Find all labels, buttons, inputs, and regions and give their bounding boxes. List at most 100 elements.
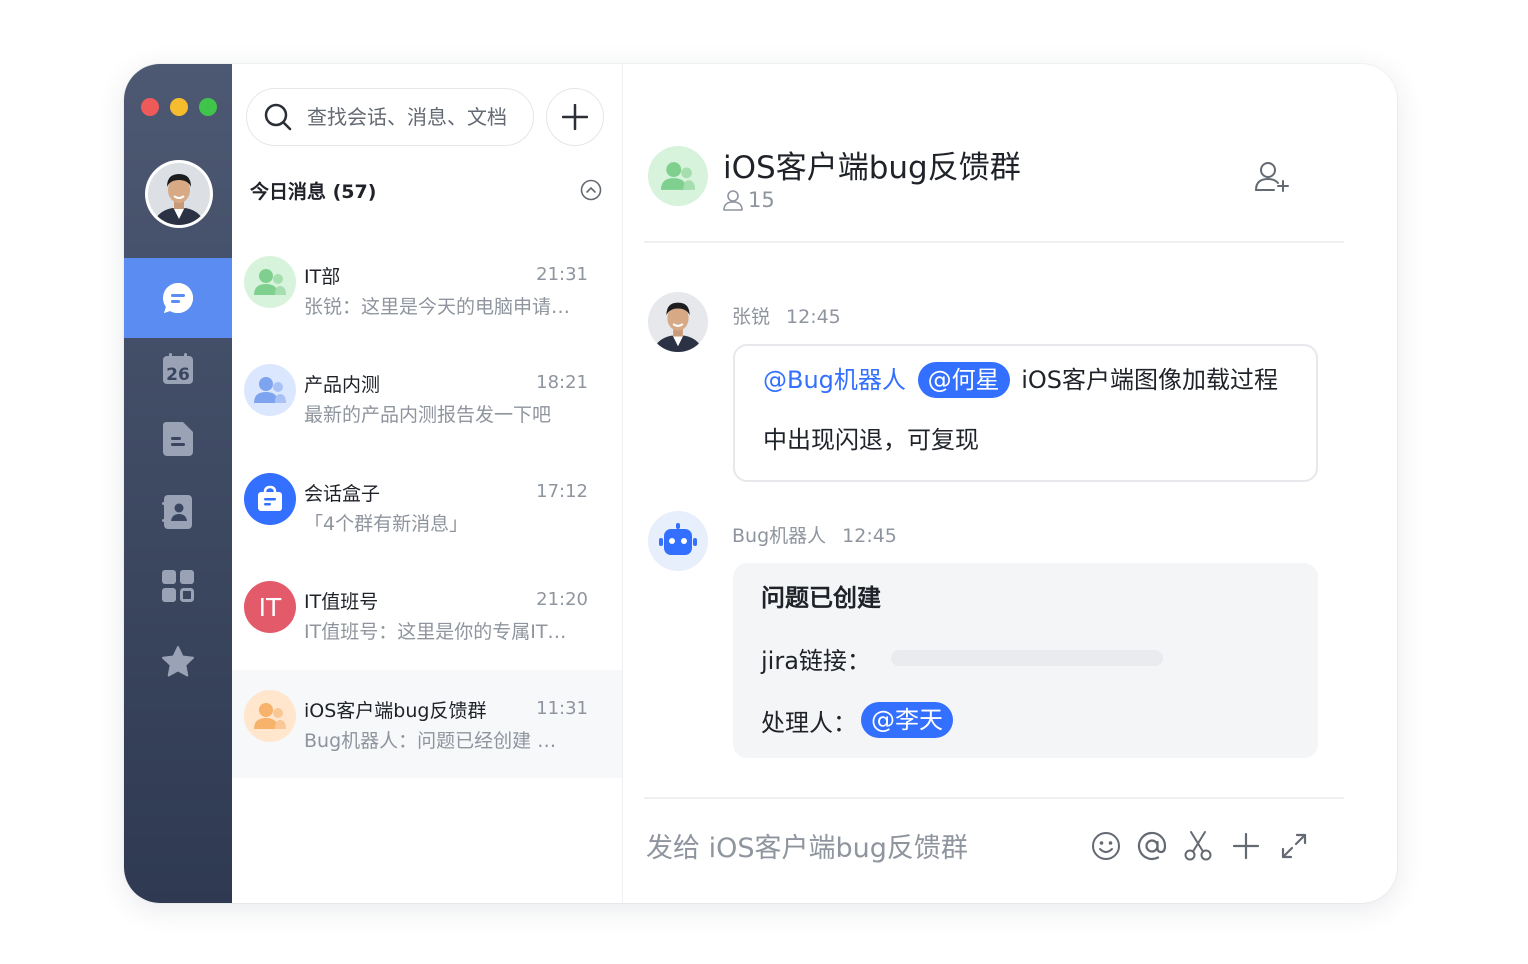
mention-button[interactable]	[1134, 828, 1170, 864]
star-icon	[162, 646, 194, 677]
conversation-preview: IT值班号：这里是你的专属IT…	[304, 621, 567, 643]
profile-avatar[interactable]	[148, 163, 210, 225]
nav-contacts[interactable]	[124, 477, 232, 547]
group-icon	[254, 703, 286, 729]
screenshot-button[interactable]	[1180, 828, 1216, 864]
expand-icon	[1281, 833, 1307, 859]
chevron-up-circle-icon	[580, 179, 602, 201]
conversation-name: IT部	[304, 266, 341, 288]
expand-editor-button[interactable]	[1276, 828, 1312, 864]
member-count-value: 15	[748, 188, 775, 212]
inbox-icon	[258, 485, 282, 511]
conversation-time: 21:31	[536, 264, 588, 285]
conversation-avatar	[244, 690, 296, 742]
window-minimize-button[interactable]	[170, 98, 188, 116]
handler-row: 处理人： @李天	[761, 702, 1290, 738]
window-maximize-button[interactable]	[199, 98, 217, 116]
conversation-name: iOS客户端bug反馈群	[304, 700, 487, 722]
nav-workplace[interactable]	[124, 551, 232, 621]
plus-icon	[1232, 832, 1260, 860]
scissors-icon	[1184, 831, 1212, 861]
conversation-avatar	[244, 256, 296, 308]
plus-icon	[562, 104, 588, 130]
chat-panel: iOS客户端bug反馈群 15 张锐 12:45 @Bug机器人 @何星 iOS…	[622, 64, 1397, 903]
member-count[interactable]: 15	[722, 188, 775, 212]
conversation-time: 11:31	[536, 698, 588, 719]
emoji-button[interactable]	[1088, 828, 1124, 864]
card-title: 问题已创建	[761, 584, 881, 612]
message-text: iOS客户端图像加载过程	[1021, 366, 1278, 394]
sender-avatar[interactable]	[648, 292, 708, 352]
nav-chat[interactable]	[124, 258, 236, 338]
conversation-preview: 「4个群有新消息」	[304, 513, 469, 535]
calendar-icon: 26	[163, 353, 193, 385]
group-icon	[254, 269, 286, 295]
nav-rail: 26	[124, 64, 236, 903]
add-member-button[interactable]	[1254, 160, 1290, 196]
message-meta: Bug机器人 12:45	[732, 521, 913, 548]
person-icon	[723, 190, 743, 211]
app-grid-icon	[162, 570, 194, 602]
more-button[interactable]	[1228, 828, 1264, 864]
message-time: 12:45	[842, 525, 897, 547]
nav-favorites[interactable]	[124, 627, 232, 697]
conversation-item-product-beta[interactable]: 产品内测 18:21 最新的产品内测报告发一下吧	[232, 344, 622, 452]
handler-label: 处理人：	[761, 708, 857, 737]
conversation-item-chat-box[interactable]: 会话盒子 17:12 「4个群有新消息」	[232, 453, 622, 561]
jira-label: jira链接：	[761, 646, 871, 675]
conversation-item-it-duty[interactable]: IT IT值班号 21:20 IT值班号：这里是你的专属IT…	[232, 561, 622, 669]
conversation-name: 会话盒子	[304, 483, 381, 505]
add-person-icon	[1255, 162, 1289, 192]
conversation-item-it-dept[interactable]: IT部 21:31 张锐：这里是今天的电脑申请…	[232, 236, 622, 344]
conversation-list-panel: 今日消息 (57) IT部 21:31 张锐：这里是今天的电脑申请…	[232, 64, 623, 903]
chat-group-avatar	[648, 146, 708, 206]
collapse-section-button[interactable]	[580, 179, 602, 205]
conversation-item-ios-bug-group[interactable]: iOS客户端bug反馈群 11:31 Bug机器人：问题已经创建 …	[232, 670, 622, 778]
search-icon	[264, 103, 292, 131]
chat-title: iOS客户端bug反馈群	[723, 150, 1021, 186]
conversation-avatar: IT	[244, 581, 296, 633]
group-icon	[660, 162, 696, 190]
chat-bubble-icon	[163, 283, 193, 314]
conversation-preview: 张锐：这里是今天的电脑申请…	[304, 296, 571, 318]
conversation-avatar	[244, 364, 296, 416]
mention-link[interactable]: @Bug机器人	[763, 366, 906, 394]
robot-icon	[659, 523, 697, 555]
jira-link[interactable]	[890, 650, 1163, 666]
calendar-day-label: 26	[166, 365, 190, 385]
window-close-button[interactable]	[141, 98, 159, 116]
bot-card: 问题已创建 jira链接： 处理人： @李天	[733, 563, 1318, 758]
message-input[interactable]	[644, 826, 1068, 870]
composer-divider	[644, 797, 1344, 799]
conversation-preview: 最新的产品内测报告发一下吧	[304, 404, 552, 426]
section-title: 今日消息 (57)	[250, 181, 377, 203]
conversation-time: 17:12	[536, 481, 588, 502]
sender-name: Bug机器人	[732, 525, 827, 547]
message-bubble: @Bug机器人 @何星 iOS客户端图像加载过程 中出现闪退，可复现	[733, 344, 1318, 482]
create-button[interactable]	[546, 88, 604, 146]
document-icon	[163, 422, 193, 456]
conversation-name: IT值班号	[304, 591, 379, 613]
jira-row: jira链接：	[761, 641, 1290, 675]
conversation-name: 产品内测	[304, 374, 381, 396]
mention-chip[interactable]: @何星	[917, 362, 1010, 398]
search-box[interactable]	[246, 88, 534, 146]
group-icon	[254, 377, 286, 403]
at-sign-icon	[1137, 831, 1167, 861]
nav-calendar[interactable]: 26	[124, 334, 232, 404]
header-divider	[644, 241, 1344, 243]
search-input[interactable]	[305, 104, 529, 130]
conversation-avatar	[244, 473, 296, 525]
message-time: 12:45	[786, 306, 841, 328]
bot-avatar[interactable]	[648, 511, 708, 571]
conversation-time: 18:21	[536, 372, 588, 393]
message-meta: 张锐 12:45	[732, 302, 857, 329]
contacts-icon	[162, 495, 192, 529]
handler-mention-chip[interactable]: @李天	[861, 702, 953, 738]
message-text: 中出现闪退，可复现	[763, 426, 979, 454]
nav-docs[interactable]	[124, 404, 232, 474]
emoji-icon	[1092, 832, 1120, 860]
conversation-preview: Bug机器人：问题已经创建 …	[304, 730, 557, 752]
conversation-time: 21:20	[536, 589, 588, 610]
app-window: 26 查找会话、消息、文档 今日消息 (57) IT部 21:31 张锐：这里是…	[124, 64, 1397, 903]
